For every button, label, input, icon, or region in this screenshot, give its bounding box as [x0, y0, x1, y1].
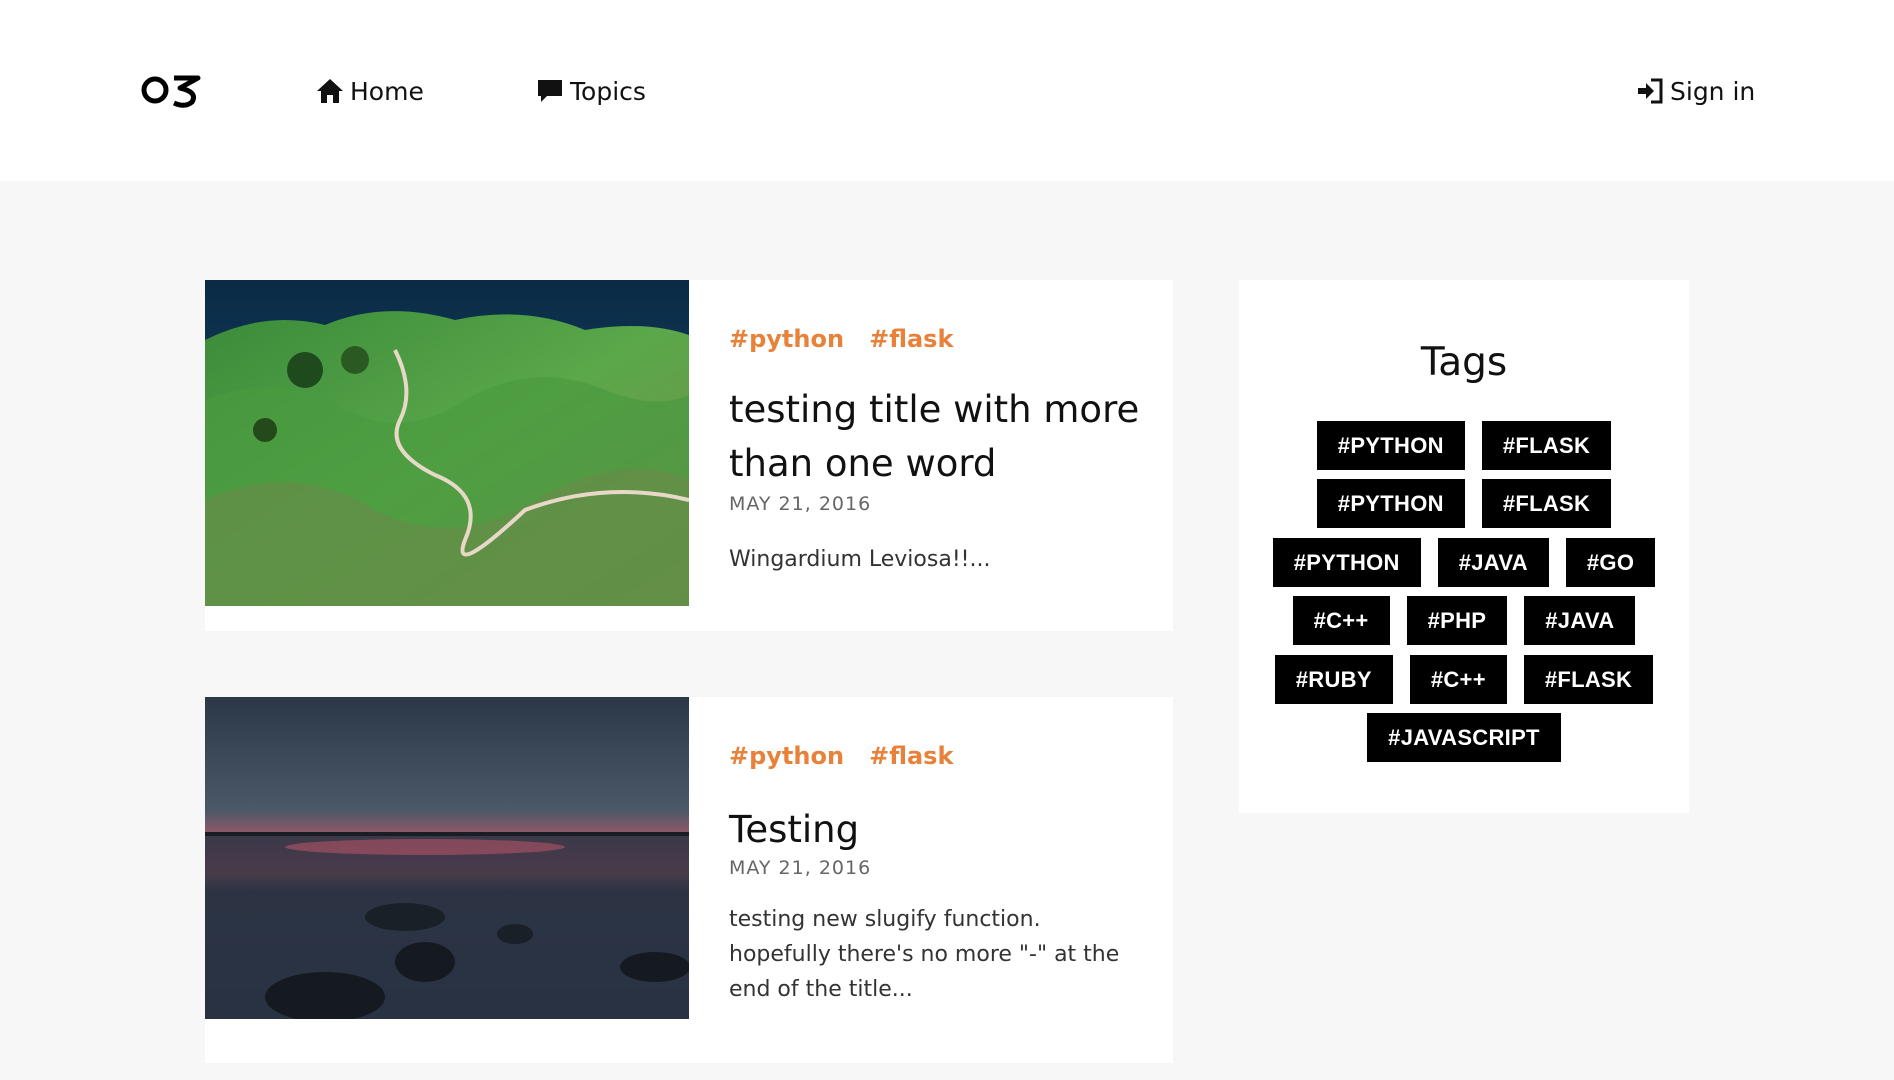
chat-bubble-icon: [538, 80, 562, 102]
post-thumbnail[interactable]: [205, 697, 689, 1019]
post-excerpt: testing new slugify function. hopefully …: [729, 907, 1120, 1002]
post-tags: #python #flask: [729, 325, 953, 353]
tag-chip[interactable]: #PHP: [1406, 596, 1508, 645]
post-tag-link[interactable]: #flask: [869, 742, 953, 770]
tag-row: #PYTHON #JAVA #GO: [1239, 538, 1689, 587]
tag-row: #JAVASCRIPT: [1239, 713, 1689, 762]
tag-chip[interactable]: #PYTHON: [1316, 479, 1465, 528]
tag-chip[interactable]: #JAVA: [1524, 596, 1636, 645]
post-excerpt: Wingardium Leviosa!!...: [729, 547, 991, 572]
tag-chip[interactable]: #RUBY: [1274, 655, 1393, 704]
tag-chip[interactable]: #C++: [1292, 596, 1390, 645]
aerial-landscape-image: [205, 280, 689, 606]
post-title[interactable]: testing title with more than one word: [729, 383, 1149, 491]
tag-chip[interactable]: #JAVA: [1437, 538, 1549, 587]
sign-in-label: Sign in: [1670, 76, 1756, 106]
tag-chip[interactable]: #C++: [1409, 655, 1507, 704]
tag-chip[interactable]: #FLASK: [1481, 479, 1612, 528]
tag-chip[interactable]: #GO: [1565, 538, 1656, 587]
tag-chip[interactable]: #JAVASCRIPT: [1367, 713, 1561, 762]
post-date: MAY 21, 2016: [729, 493, 872, 515]
tag-chip[interactable]: #FLASK: [1523, 655, 1654, 704]
tag-row: #PYTHON #FLASK: [1239, 421, 1689, 470]
post-thumbnail[interactable]: [205, 280, 689, 606]
tag-row: #C++ #PHP #JAVA: [1239, 596, 1689, 645]
sidebar-title: Tags: [1420, 340, 1508, 385]
tag-chip[interactable]: #PYTHON: [1272, 538, 1421, 587]
post-title[interactable]: Testing: [729, 803, 1149, 857]
top-navbar: Home Topics Sign in: [0, 0, 1894, 181]
nav-home-label: Home: [350, 76, 424, 106]
lake-sunset-image: [205, 697, 689, 1019]
tags-sidebar: Tags #PYTHON #FLASK #PYTHON #FLASK #PYTH…: [1239, 280, 1689, 813]
tag-row: #RUBY #C++ #FLASK: [1239, 655, 1689, 704]
sign-in-link[interactable]: Sign in: [1636, 74, 1755, 108]
site-logo[interactable]: [140, 70, 202, 110]
home-icon: [317, 79, 343, 103]
post-card: #python #flask Testing MAY 21, 2016 test…: [205, 697, 1173, 1063]
tag-chip[interactable]: #PYTHON: [1316, 421, 1465, 470]
post-card: #python #flask testing title with more t…: [205, 280, 1173, 631]
post-tags: #python #flask: [729, 742, 953, 770]
tag-row: #PYTHON #FLASK: [1239, 479, 1689, 528]
post-tag-link[interactable]: #flask: [869, 325, 953, 353]
tag-chip[interactable]: #FLASK: [1481, 421, 1612, 470]
nav-home[interactable]: Home: [316, 74, 424, 108]
post-tag-link[interactable]: #python: [729, 325, 844, 353]
nav-topics-label: Topics: [570, 76, 646, 106]
post-tag-link[interactable]: #python: [729, 742, 844, 770]
post-date: MAY 21, 2016: [729, 857, 872, 879]
nav-topics[interactable]: Topics: [536, 74, 646, 108]
sign-in-icon: [1638, 78, 1663, 104]
